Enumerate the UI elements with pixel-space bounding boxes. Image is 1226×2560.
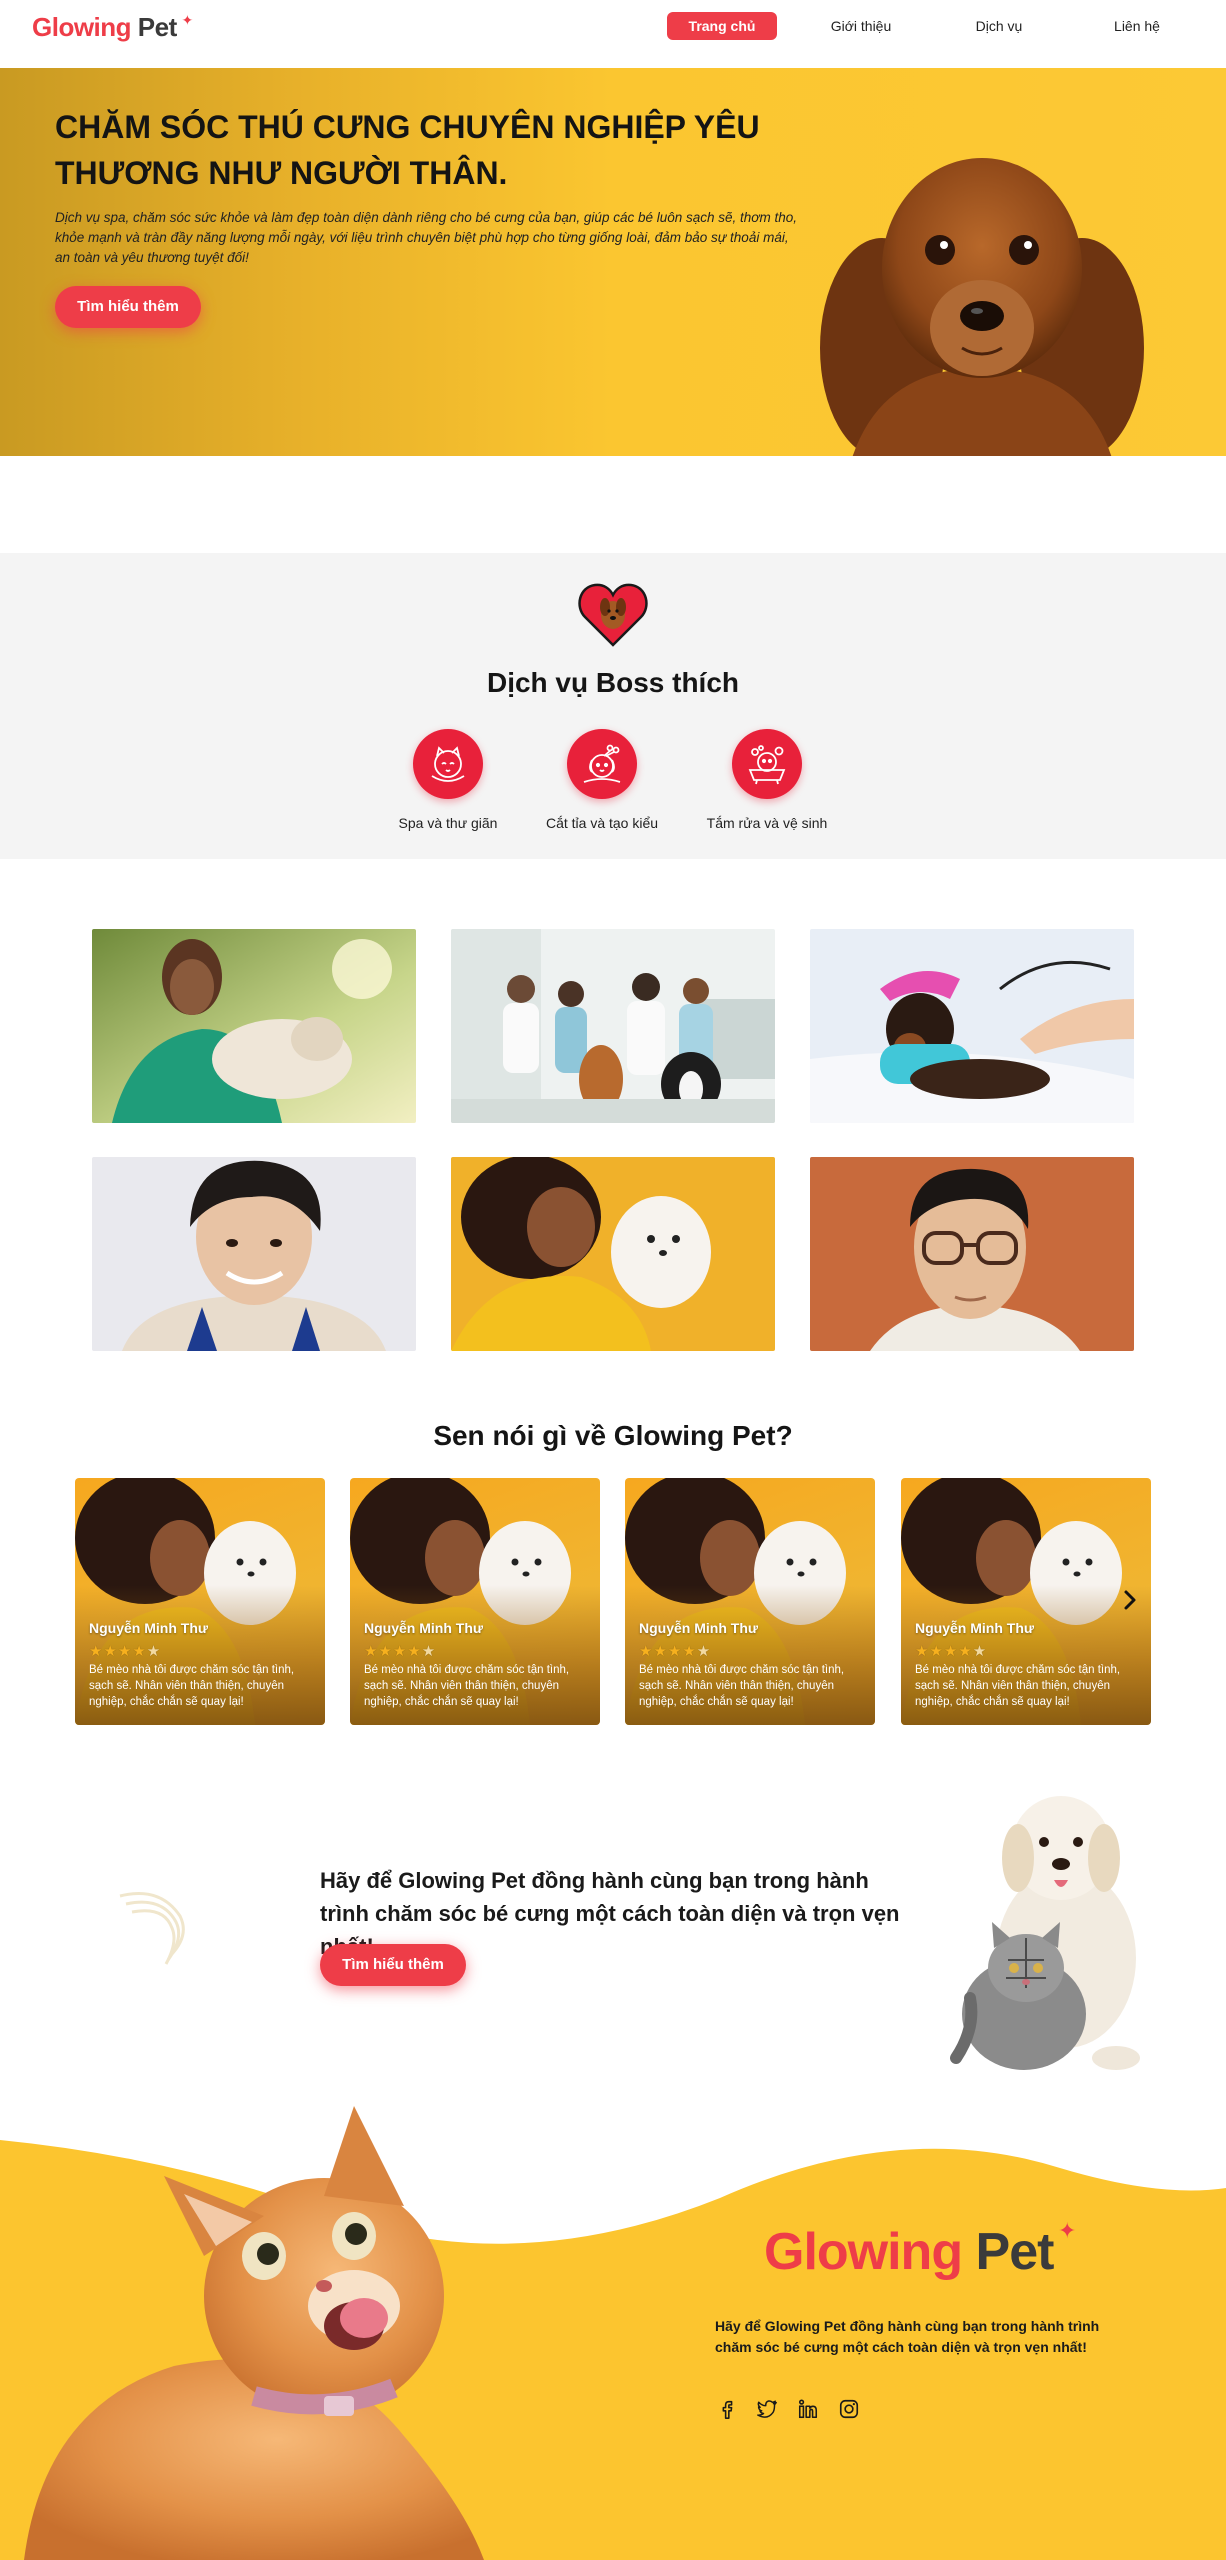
star-rating: ★★★★★ (639, 1643, 712, 1660)
star-rating: ★★★★★ (915, 1643, 988, 1660)
service-spa-label: Spa và thư giãn (398, 815, 498, 831)
service-bath-label: Tắm rửa và vệ sinh (706, 815, 828, 831)
instagram-icon[interactable] (838, 2398, 860, 2420)
dachshund-checkup-photo (810, 929, 1134, 1123)
reviewer-name: Nguyễn Minh Thư (364, 1620, 484, 1636)
testimonial-card[interactable]: Nguyễn Minh Thư ★★★★★ Bé mèo nhà tôi đượ… (901, 1478, 1151, 1725)
review-text: Bé mèo nhà tôi được chăm sóc tận tình, s… (639, 1664, 845, 1708)
sparkle-icon: ✦ (181, 12, 194, 28)
spa-cat-icon (413, 729, 483, 799)
service-bath[interactable]: Tắm rửa và vệ sinh (682, 729, 852, 831)
heart-dog-icon (578, 583, 648, 647)
reviewer-name: Nguyễn Minh Thư (915, 1620, 1035, 1636)
star-rating: ★★★★★ (89, 1643, 162, 1660)
footer-logo-word-1: Glowing (764, 2223, 963, 2281)
facebook-icon[interactable] (716, 2398, 738, 2420)
footer-text: Hãy để Glowing Pet đồng hành cùng bạn tr… (715, 2318, 1100, 2355)
testimonial-card[interactable]: Nguyễn Minh Thư ★★★★★ Bé mèo nhà tôi đượ… (350, 1478, 600, 1725)
squiggle-decoration (119, 1892, 185, 1965)
cta-learn-more-button[interactable]: Tìm hiểu thêm (320, 1944, 466, 1986)
bath-bubbles-icon (732, 729, 802, 799)
review-text: Bé mèo nhà tôi được chăm sóc tận tình, s… (89, 1664, 295, 1708)
star-rating: ★★★★★ (364, 1643, 437, 1660)
twitter-icon[interactable] (756, 2398, 778, 2420)
grooming-scissors-icon (567, 729, 637, 799)
hero-learn-more-button[interactable]: Tìm hiểu thêm (55, 286, 201, 328)
reviewer-name: Nguyễn Minh Thư (639, 1620, 759, 1636)
chevron-right-icon[interactable] (1118, 1588, 1142, 1612)
review-text: Bé mèo nhà tôi được chăm sóc tận tình, s… (915, 1664, 1121, 1708)
top-nav: Glowing Pet ✦ Trang chủ Giới thiệu Dịch … (0, 0, 1226, 68)
service-grooming[interactable]: Cắt tỉa và tạo kiểu (517, 729, 687, 831)
orange-cat-photo (24, 2106, 484, 2560)
service-spa[interactable]: Spa và thư giãn (363, 729, 533, 831)
logo-word-1: Glowing (32, 12, 132, 42)
testimonials-title: Sen nói gì về Glowing Pet? (433, 1420, 793, 1451)
sparkle-icon: ✦ (1058, 2218, 1076, 2243)
nav-home[interactable]: Trang chủ (667, 12, 777, 40)
dachshund-dog-photo (820, 158, 1144, 456)
review-text: Bé mèo nhà tôi được chăm sóc tận tình, s… (364, 1664, 570, 1708)
smiling-young-man-photo (92, 1157, 416, 1351)
hero-banner: CHĂM SÓC THÚ CƯNG CHUYÊN NGHIỆP YÊU THƯƠ… (0, 68, 1226, 456)
nav-about[interactable]: Giới thiệu (806, 12, 916, 40)
linkedin-icon[interactable] (797, 2398, 819, 2420)
woman-with-pomeranian-photo (451, 1157, 775, 1351)
man-with-glasses-photo (810, 1157, 1134, 1351)
hero-title: CHĂM SÓC THÚ CƯNG CHUYÊN NGHIỆP YÊU THƯƠ… (55, 109, 760, 191)
services-section: Dịch vụ Boss thích Spa và thư giãn Cắt t… (0, 553, 1226, 859)
reviewer-name: Nguyễn Minh Thư (89, 1620, 209, 1636)
nav-services[interactable]: Dịch vụ (944, 12, 1054, 40)
nav-contact[interactable]: Liên hệ (1082, 12, 1192, 40)
vet-with-dog-photo (92, 929, 416, 1123)
vet-team-with-dogs-photo (451, 929, 775, 1123)
service-grooming-label: Cắt tỉa và tạo kiểu (545, 815, 659, 831)
footer-logo[interactable]: Glowing Pet ✦ (764, 2218, 1076, 2282)
testimonial-card[interactable]: Nguyễn Minh Thư ★★★★★ Bé mèo nhà tôi đượ… (625, 1478, 875, 1725)
services-title: Dịch vụ Boss thích (486, 667, 740, 698)
testimonial-card[interactable]: Nguyễn Minh Thư ★★★★★ Bé mèo nhà tôi đượ… (75, 1478, 325, 1725)
logo-word-2: Pet (137, 12, 177, 42)
puppy-and-cat-photo (950, 1796, 1140, 2070)
hero-description: Dịch vụ spa, chăm sóc sức khỏe và làm đẹ… (55, 210, 797, 265)
footer-logo-word-2: Pet (975, 2223, 1055, 2281)
logo[interactable]: Glowing Pet ✦ (32, 12, 193, 43)
